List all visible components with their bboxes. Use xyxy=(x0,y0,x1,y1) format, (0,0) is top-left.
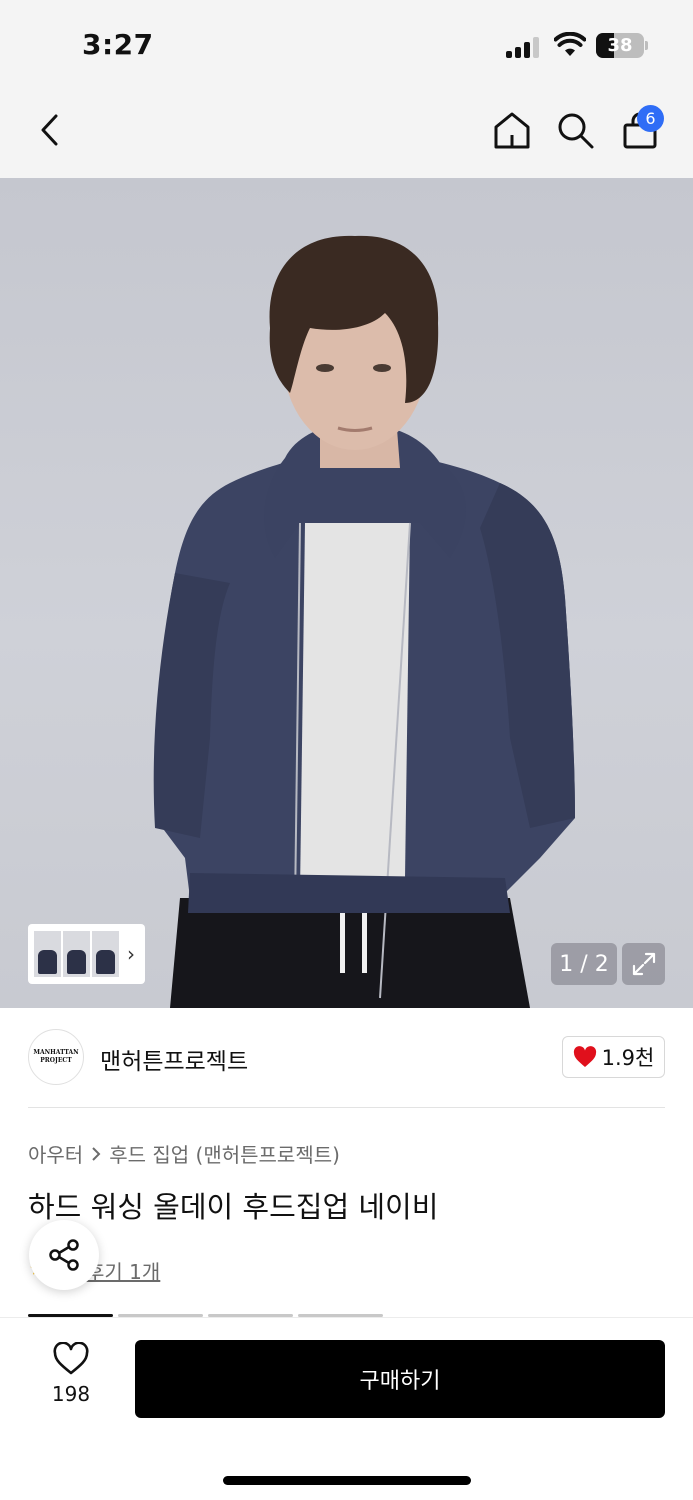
brand-logo-text: PROJECT xyxy=(40,1057,72,1064)
heart-filled-icon xyxy=(573,1046,596,1067)
divider xyxy=(28,1107,665,1108)
brand-like-button[interactable]: 1.9천 xyxy=(562,1036,665,1078)
buy-button[interactable]: 구매하기 xyxy=(135,1340,665,1418)
tab-indicator[interactable] xyxy=(28,1314,113,1317)
expand-button[interactable] xyxy=(622,943,665,985)
thumbnail-image[interactable] xyxy=(63,931,90,977)
heart-outline-icon xyxy=(53,1342,89,1375)
wifi-icon xyxy=(554,32,586,56)
expand-icon xyxy=(632,952,655,976)
brand-logo-text: MANHATTAN xyxy=(33,1049,79,1056)
thumbnail-strip[interactable]: › xyxy=(28,924,145,984)
product-image[interactable] xyxy=(0,178,693,1008)
share-button[interactable] xyxy=(29,1220,99,1290)
home-button[interactable] xyxy=(490,108,534,152)
breadcrumb: 아우터 후드 집업 (맨허튼프로젝트) xyxy=(28,1139,340,1168)
status-time: 3:27 xyxy=(82,28,154,61)
breadcrumb-item[interactable]: 아우터 xyxy=(28,1139,83,1168)
wishlist-button[interactable]: 198 xyxy=(40,1342,102,1414)
status-bar: 3:27 38 xyxy=(0,0,693,90)
brand-name[interactable]: 맨허튼프로젝트 xyxy=(100,1042,248,1076)
battery-level: 38 xyxy=(607,35,633,56)
battery-icon: 38 xyxy=(596,33,644,58)
home-indicator xyxy=(223,1476,471,1485)
product-title: 하드 워싱 올데이 후드집업 네이비 xyxy=(28,1190,439,1224)
search-icon xyxy=(558,113,594,149)
chevron-left-icon xyxy=(41,114,58,146)
thumbnail-image[interactable] xyxy=(34,931,61,977)
battery-cap xyxy=(645,41,648,50)
cellular-signal-icon xyxy=(506,36,542,58)
chevron-right-icon xyxy=(92,1146,101,1161)
brand-like-count: 1.9천 xyxy=(601,1046,655,1070)
wishlist-count: 198 xyxy=(51,1382,91,1406)
brand-logo[interactable]: MANHATTAN PROJECT xyxy=(28,1029,84,1085)
model-photo xyxy=(153,235,575,1008)
tab-indicator[interactable] xyxy=(118,1314,203,1317)
navigation-bar xyxy=(0,90,693,178)
breadcrumb-item[interactable]: 후드 집업 (맨허튼프로젝트) xyxy=(109,1139,340,1168)
share-icon xyxy=(49,1239,79,1271)
home-icon xyxy=(494,112,530,149)
search-button[interactable] xyxy=(553,108,597,152)
image-counter: 1 / 2 xyxy=(551,943,617,985)
cart-count-badge: 6 xyxy=(637,105,664,132)
chevron-right-icon: › xyxy=(127,942,135,966)
thumbnail-image[interactable] xyxy=(92,931,119,977)
back-button[interactable] xyxy=(28,108,72,152)
tab-indicator[interactable] xyxy=(208,1314,293,1317)
tab-indicator[interactable] xyxy=(298,1314,383,1317)
